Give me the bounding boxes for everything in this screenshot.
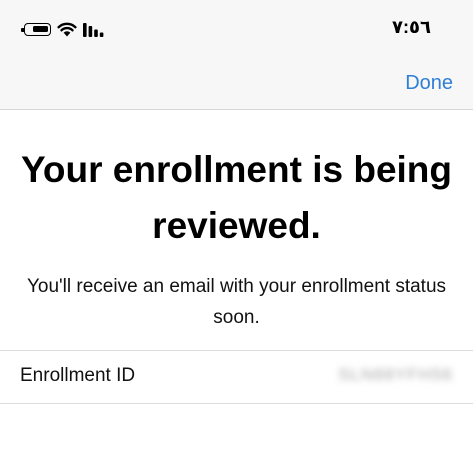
status-message: You'll receive an email with your enroll… [26,276,447,328]
status-time: ٧:٥٦ [392,17,431,37]
wifi-icon [57,22,77,37]
enrollment-id-value: SLN88YFH56 [338,365,453,384]
battery-level [33,26,48,32]
page-title: Your enrollment is being reviewed. [20,149,453,246]
divider-top [0,350,473,351]
battery-icon [21,23,51,36]
status-icons [21,22,105,37]
enrollment-id-label: Enrollment ID [20,365,136,386]
navigation-bar: Done [0,58,473,110]
done-button[interactable]: Done [405,72,453,95]
cellular-signal-icon [83,22,104,37]
status-bar: ٧:٥٦ [0,0,473,58]
divider-bottom [0,403,473,404]
